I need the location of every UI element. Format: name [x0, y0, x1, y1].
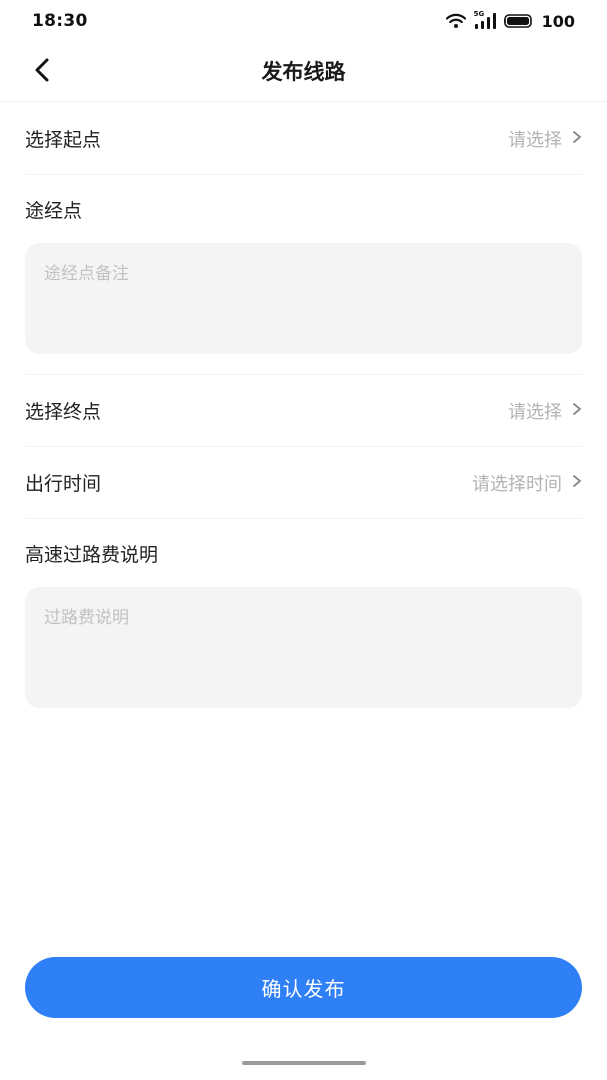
- status-icons: 5G 100: [445, 10, 575, 31]
- chevron-left-icon: [31, 57, 53, 87]
- status-time: 18:30: [32, 11, 88, 31]
- departure-time-value: 请选择时间: [472, 470, 582, 496]
- toll-label: 高速过路费说明: [25, 543, 159, 566]
- nav-bar: 发布线路: [0, 42, 607, 102]
- toll-label-row: 高速过路费说明: [25, 519, 582, 587]
- toll-input[interactable]: 过路费说明: [25, 587, 582, 708]
- waypoints-label-row: 途经点: [25, 175, 582, 243]
- end-point-value: 请选择: [508, 398, 582, 424]
- departure-time-label: 出行时间: [25, 473, 102, 495]
- end-point-label: 选择终点: [25, 401, 102, 423]
- end-point-row[interactable]: 选择终点 请选择: [25, 375, 582, 447]
- end-point-placeholder: 请选择: [508, 401, 562, 423]
- start-point-placeholder: 请选择: [508, 129, 562, 151]
- route-form: 选择起点 请选择 途经点 途经点备注 选择终点 请选择 出行时间 请选择时间 高…: [25, 103, 582, 708]
- departure-time-row[interactable]: 出行时间 请选择时间: [25, 447, 582, 519]
- confirm-publish-button[interactable]: 确认发布: [25, 957, 582, 1018]
- battery-level: 100: [541, 11, 575, 31]
- chevron-right-icon: [572, 473, 582, 492]
- divider: [25, 354, 582, 375]
- signal-icon: 5G: [473, 10, 496, 29]
- wifi-icon: [445, 13, 466, 29]
- toll-placeholder: 过路费说明: [44, 608, 129, 628]
- start-point-label: 选择起点: [25, 129, 102, 151]
- start-point-row[interactable]: 选择起点 请选择: [25, 103, 582, 175]
- departure-time-placeholder: 请选择时间: [472, 473, 562, 495]
- start-point-value: 请选择: [508, 126, 582, 152]
- chevron-right-icon: [572, 401, 582, 420]
- battery-icon: [503, 13, 534, 29]
- home-indicator: [242, 1061, 366, 1065]
- back-button[interactable]: [22, 52, 62, 92]
- waypoints-label: 途经点: [25, 199, 83, 222]
- network-type-label: 5G: [473, 10, 485, 18]
- page-title: 发布线路: [261, 60, 346, 84]
- chevron-right-icon: [572, 129, 582, 148]
- waypoints-placeholder: 途经点备注: [44, 264, 129, 284]
- status-bar: 18:30 5G 100: [0, 0, 607, 42]
- waypoints-input[interactable]: 途经点备注: [25, 243, 582, 354]
- screen: 18:30 5G 100 发布线路 选择起点 请选择 途经点 途经点备注 选择终…: [0, 0, 607, 1080]
